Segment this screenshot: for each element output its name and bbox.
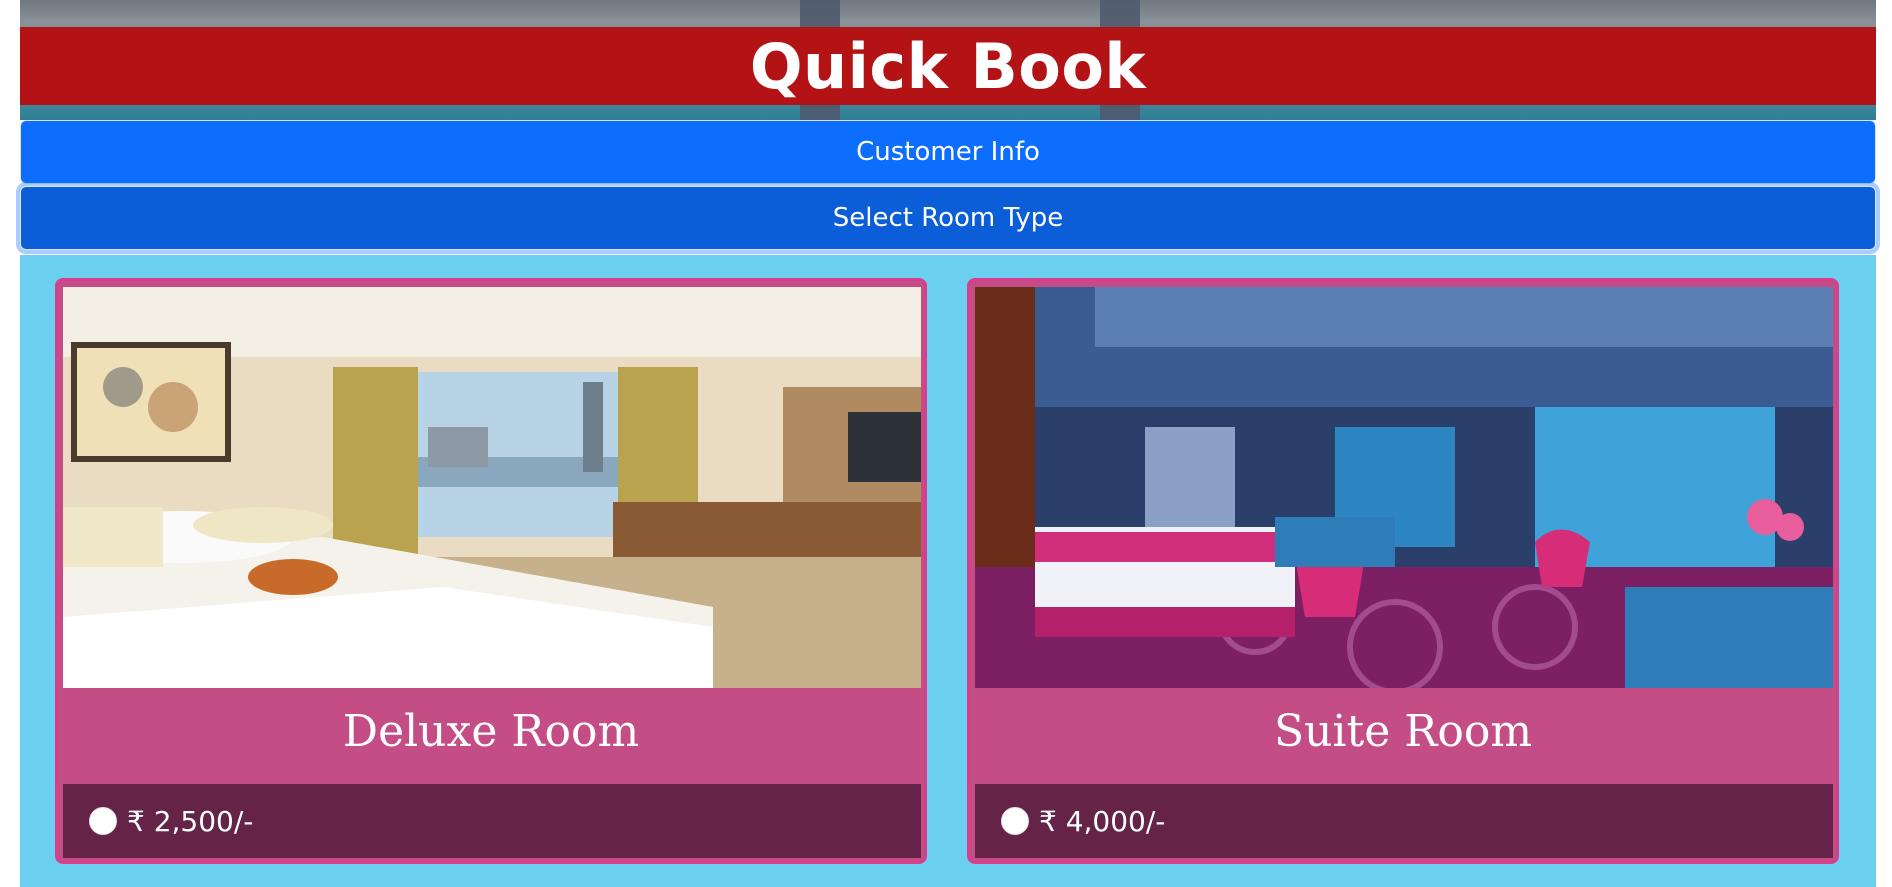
deluxe-room-image (63, 287, 921, 688)
page-title: Quick Book (749, 29, 1147, 103)
room-price: ₹ 2,500/- (127, 804, 254, 838)
room-name: Deluxe Room (342, 705, 640, 757)
room-card-suite[interactable]: Suite Room ₹ 4,000/- (967, 278, 1839, 864)
deluxe-radio-button[interactable] (89, 807, 117, 835)
suite-room-image (975, 287, 1833, 688)
room-price-row[interactable]: ₹ 4,000/- (975, 784, 1833, 858)
title-bar: Quick Book (20, 27, 1876, 105)
room-price: ₹ 4,000/- (1039, 804, 1166, 838)
room-name: Suite Room (1273, 705, 1533, 757)
suite-radio-button[interactable] (1001, 807, 1029, 835)
room-price-row[interactable]: ₹ 2,500/- (63, 784, 921, 858)
customer-info-button[interactable]: Customer Info (20, 120, 1876, 184)
room-card-deluxe[interactable]: Deluxe Room ₹ 2,500/- (55, 278, 927, 864)
select-room-type-button[interactable]: Select Room Type (20, 186, 1876, 250)
